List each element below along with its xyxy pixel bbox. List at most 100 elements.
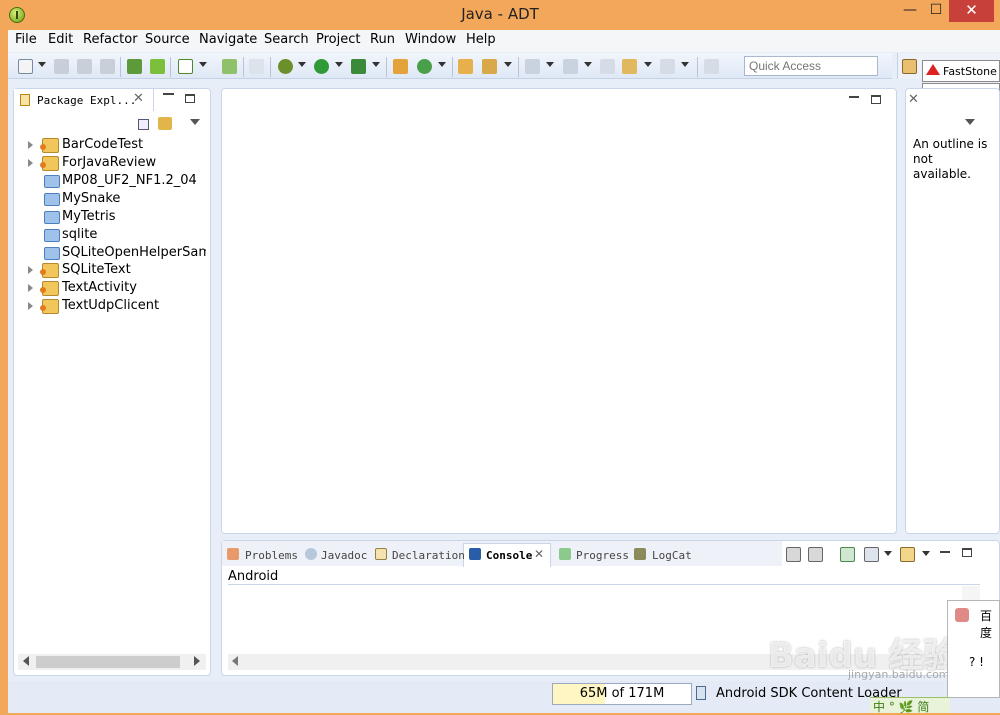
expand-arrow-icon[interactable] <box>28 159 33 167</box>
forward-dropdown-icon[interactable] <box>681 62 689 67</box>
run-icon[interactable] <box>314 59 329 74</box>
view-menu-icon[interactable] <box>965 119 975 125</box>
maximize-view-icon[interactable] <box>962 548 972 557</box>
open-console-icon[interactable] <box>900 547 915 562</box>
close-icon[interactable]: ✕ <box>534 547 544 561</box>
tab-javadoc[interactable]: Javadoc <box>321 549 367 562</box>
display-console-icon[interactable] <box>864 547 879 562</box>
collapse-all-icon[interactable] <box>138 119 149 130</box>
debug-icon[interactable] <box>278 59 293 74</box>
expand-arrow-icon[interactable] <box>28 284 33 292</box>
search-icon[interactable] <box>482 59 497 74</box>
tree-item-project[interactable]: ForJavaReview <box>28 155 210 173</box>
tab-problems[interactable]: Problems <box>245 549 298 562</box>
open-perspective-icon[interactable] <box>902 59 917 74</box>
tree-item-folder[interactable]: sqlite <box>28 227 210 245</box>
tree-item-project[interactable]: BarCodeTest <box>28 137 210 155</box>
save-icon[interactable] <box>54 59 69 74</box>
close-icon[interactable]: ✕ <box>133 91 144 106</box>
minimize-button[interactable]: — <box>897 0 923 22</box>
lint-dropdown-icon[interactable] <box>199 62 207 67</box>
expand-arrow-icon[interactable] <box>28 302 33 310</box>
external-tools-dropdown-icon[interactable] <box>372 62 380 67</box>
back-dropdown-icon[interactable] <box>644 62 652 67</box>
close-button[interactable]: ✕ <box>949 0 994 22</box>
refresh-icon[interactable] <box>417 59 432 74</box>
new-package-icon[interactable] <box>393 59 408 74</box>
expand-arrow-icon[interactable] <box>28 266 33 274</box>
debug-dropdown-icon[interactable] <box>298 62 306 67</box>
menu-navigate[interactable]: Navigate <box>199 32 257 47</box>
link-with-editor-icon[interactable] <box>158 117 172 130</box>
external-tools-icon[interactable] <box>351 59 366 74</box>
back-icon[interactable] <box>622 59 637 74</box>
minimize-view-icon[interactable] <box>940 551 950 553</box>
project-icon <box>40 138 59 153</box>
clear-console-icon[interactable] <box>786 547 801 562</box>
tree-item-project[interactable]: TextUdpClicent <box>28 298 210 316</box>
display-console-dropdown-icon[interactable] <box>884 551 892 556</box>
scroll-left-icon[interactable] <box>232 656 238 666</box>
menu-window[interactable]: Window <box>405 32 456 47</box>
menu-edit[interactable]: Edit <box>48 32 73 47</box>
run-dropdown-icon[interactable] <box>335 62 343 67</box>
pin-console-icon[interactable] <box>840 547 855 562</box>
tab-console[interactable]: Console <box>486 549 532 562</box>
print-icon[interactable] <box>100 59 115 74</box>
tree-item-folder[interactable]: MySnake <box>28 191 210 209</box>
tree-item-project[interactable]: TextActivity <box>28 280 210 298</box>
pin-icon[interactable] <box>704 59 719 74</box>
menu-run[interactable]: Run <box>370 32 395 47</box>
outline-message: An outline is not available. <box>913 137 988 181</box>
next-annotation-icon[interactable] <box>525 59 540 74</box>
maximize-view-icon[interactable] <box>871 95 881 104</box>
open-console-dropdown-icon[interactable] <box>922 551 930 556</box>
tab-progress[interactable]: Progress <box>576 549 629 562</box>
garbage-collect-icon[interactable] <box>696 686 706 700</box>
menu-source[interactable]: Source <box>145 32 190 47</box>
tree-item-project[interactable]: SQLiteText <box>28 262 210 280</box>
expand-arrow-icon[interactable] <box>28 141 33 149</box>
new-icon[interactable] <box>18 59 33 74</box>
menu-refactor[interactable]: Refactor <box>83 32 138 47</box>
refresh-dropdown-icon[interactable] <box>438 62 446 67</box>
scroll-right-icon[interactable] <box>194 656 200 666</box>
lint-icon[interactable] <box>178 59 193 74</box>
new-dropdown-icon[interactable] <box>38 62 46 67</box>
minimize-view-icon[interactable] <box>163 93 174 95</box>
scroll-lock-icon[interactable] <box>808 547 823 562</box>
new-android-project-icon[interactable] <box>222 59 237 74</box>
close-icon[interactable]: ✕ <box>908 92 919 107</box>
menu-search[interactable]: Search <box>264 32 309 47</box>
tab-logcat[interactable]: LogCat <box>652 549 692 562</box>
scrollbar-thumb[interactable] <box>36 656 180 668</box>
tab-declaration[interactable]: Declaration <box>392 549 465 562</box>
sdk-manager-icon[interactable] <box>127 59 142 74</box>
tree-item-folder[interactable]: MyTetris <box>28 209 210 227</box>
maximize-button[interactable]: ☐ <box>923 0 949 22</box>
tree-item-folder[interactable]: SQLiteOpenHelperSampl <box>28 245 206 263</box>
menu-project[interactable]: Project <box>316 32 360 47</box>
package-explorer-tab-label: Package Expl... <box>37 94 137 107</box>
forward-icon[interactable] <box>660 59 675 74</box>
search-dropdown-icon[interactable] <box>504 62 512 67</box>
menu-file[interactable]: File <box>15 32 37 47</box>
minimize-view-icon[interactable] <box>849 96 859 98</box>
tree-item-folder[interactable]: MP08_UF2_NF1.2_04 <box>28 173 210 191</box>
open-type-icon[interactable] <box>458 59 473 74</box>
next-annotation-dropdown-icon[interactable] <box>546 62 554 67</box>
prev-annotation-icon[interactable] <box>563 59 578 74</box>
save-all-icon[interactable] <box>77 59 92 74</box>
maximize-view-icon[interactable] <box>185 94 195 103</box>
skip-breakpoints-icon[interactable] <box>249 59 264 74</box>
prev-annotation-dropdown-icon[interactable] <box>584 62 592 67</box>
folder-icon <box>44 229 60 242</box>
scroll-left-icon[interactable] <box>23 656 29 666</box>
quick-access-input[interactable] <box>744 56 878 76</box>
menu-help[interactable]: Help <box>466 32 496 47</box>
avd-manager-icon[interactable] <box>150 59 165 74</box>
baidu-popup-help[interactable]: ? ! <box>969 655 984 669</box>
view-menu-icon[interactable] <box>190 119 200 125</box>
last-edit-icon[interactable] <box>600 59 615 74</box>
editor-area[interactable] <box>221 88 897 534</box>
